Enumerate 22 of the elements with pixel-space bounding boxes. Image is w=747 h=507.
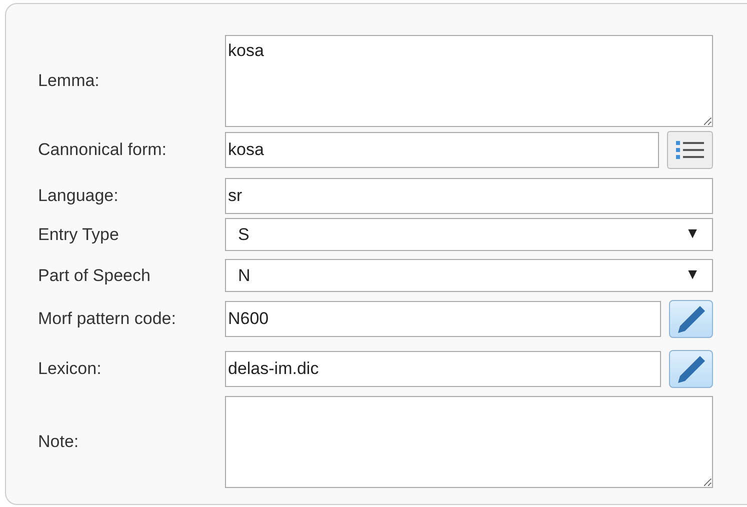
text-area[interactable]: kosa bbox=[225, 35, 713, 127]
field-label: Morf pattern code: bbox=[38, 308, 177, 330]
dropdown[interactable]: N ▼ bbox=[225, 259, 713, 292]
text-area[interactable] bbox=[225, 396, 713, 488]
edit-button[interactable] bbox=[669, 300, 713, 338]
pencil-icon bbox=[675, 354, 707, 384]
field-label: Language: bbox=[38, 185, 120, 208]
input-field[interactable]: kosa bbox=[225, 132, 659, 168]
field-label: Lemma: bbox=[38, 70, 100, 92]
list-button[interactable] bbox=[667, 131, 713, 169]
input-field[interactable]: sr bbox=[225, 178, 713, 214]
field-label: Lexicon: bbox=[38, 358, 102, 380]
pencil-icon bbox=[675, 304, 707, 334]
edit-button[interactable] bbox=[669, 350, 713, 388]
list-icon bbox=[675, 138, 705, 162]
field-label: Part of Speech bbox=[38, 264, 152, 287]
field-label: Note: bbox=[38, 431, 80, 454]
input-field[interactable]: delas-im.dic bbox=[225, 351, 661, 387]
input-field[interactable]: N600 bbox=[225, 301, 661, 337]
dropdown[interactable]: S ▼ bbox=[225, 218, 713, 251]
field-label: Cannonical form: bbox=[38, 139, 168, 162]
field-label: Entry Type bbox=[38, 224, 120, 246]
